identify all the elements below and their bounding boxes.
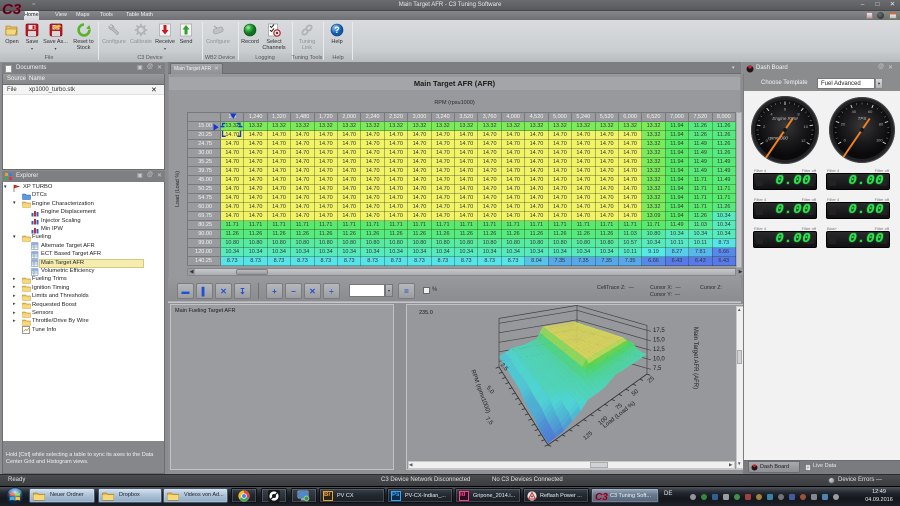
svg-text:20: 20 bbox=[841, 121, 846, 126]
svg-text:17,5: 17,5 bbox=[653, 328, 665, 334]
svg-text:12,5: 12,5 bbox=[653, 347, 665, 353]
svg-text:80: 80 bbox=[879, 121, 884, 126]
svg-text:TPS: TPS bbox=[858, 116, 867, 121]
svg-text:?: ? bbox=[334, 25, 340, 35]
svg-text:C3: C3 bbox=[595, 492, 608, 502]
svg-text:10,0: 10,0 bbox=[653, 357, 665, 363]
svg-text:Main Target AFR (AFR): Main Target AFR (AFR) bbox=[692, 327, 698, 389]
svg-text:25: 25 bbox=[647, 375, 656, 384]
svg-text:7,5: 7,5 bbox=[484, 416, 494, 427]
svg-text:Engine RPM: Engine RPM bbox=[772, 116, 798, 121]
svg-text:C3: C3 bbox=[2, 1, 22, 17]
svg-text:7,5: 7,5 bbox=[653, 366, 662, 372]
svg-text:15,0: 15,0 bbox=[653, 338, 665, 344]
svg-text:10: 10 bbox=[803, 124, 808, 129]
svg-text:12: 12 bbox=[801, 138, 806, 143]
svg-text:5,0: 5,0 bbox=[485, 385, 495, 396]
svg-text:60: 60 bbox=[868, 109, 873, 114]
svg-text:125: 125 bbox=[583, 430, 595, 441]
svg-text:40: 40 bbox=[852, 109, 857, 114]
svg-text:100: 100 bbox=[876, 138, 883, 143]
svg-text:50: 50 bbox=[631, 388, 640, 397]
